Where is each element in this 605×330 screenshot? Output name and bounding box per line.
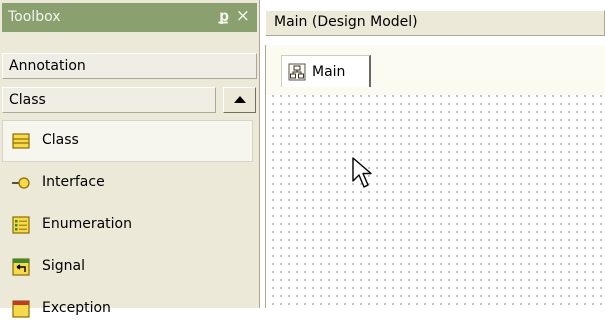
toolbox-tab-label: Annotation — [9, 58, 86, 74]
class-icon — [12, 133, 30, 149]
toolbox-item-list: Class Interface Enumeration Signal Excep… — [2, 120, 257, 330]
toolbox-item-exception[interactable]: Exception — [2, 288, 257, 330]
diagram-canvas[interactable] — [265, 95, 605, 308]
document-title-bar: Main (Design Model) — [265, 10, 605, 36]
toolbox-item-label: Class — [42, 132, 79, 148]
close-icon[interactable]: × — [236, 6, 250, 26]
toolbox-item-label: Enumeration — [42, 216, 132, 232]
interface-lollipop-icon — [12, 177, 30, 189]
toolbox-item-enumeration[interactable]: Enumeration — [2, 204, 257, 246]
toolbox-title: Toolbox — [8, 9, 61, 25]
toolbox-title-bar: Toolbox ք × — [2, 3, 257, 32]
pin-icon[interactable]: ք — [219, 7, 229, 25]
toolbox-item-label: Interface — [42, 174, 105, 190]
enumeration-icon — [12, 216, 30, 234]
toolbox-item-class[interactable]: Class — [2, 120, 253, 162]
toolbox-item-signal[interactable]: Signal — [2, 246, 257, 288]
tab-label: Main — [312, 64, 346, 80]
tab-main[interactable]: Main — [281, 55, 371, 87]
document-title: Main (Design Model) — [274, 14, 418, 30]
scroll-up-button[interactable] — [223, 87, 256, 113]
diagram-tab-strip: Main — [265, 45, 605, 95]
signal-icon — [12, 258, 30, 276]
exception-icon — [12, 300, 30, 318]
mouse-pointer-icon — [352, 157, 372, 188]
diagram-icon — [288, 63, 306, 81]
toolbox-item-label: Signal — [42, 258, 86, 274]
toolbox-tab-class[interactable]: Class — [2, 87, 216, 113]
toolbox-tab-annotation[interactable]: Annotation — [2, 53, 257, 79]
toolbox-item-interface[interactable]: Interface — [2, 162, 257, 204]
toolbox-item-label: Exception — [42, 300, 111, 316]
toolbox-tab-label: Class — [9, 92, 46, 108]
toolbox-panel: Toolbox ք × Annotation Class Class Inter… — [0, 0, 260, 318]
